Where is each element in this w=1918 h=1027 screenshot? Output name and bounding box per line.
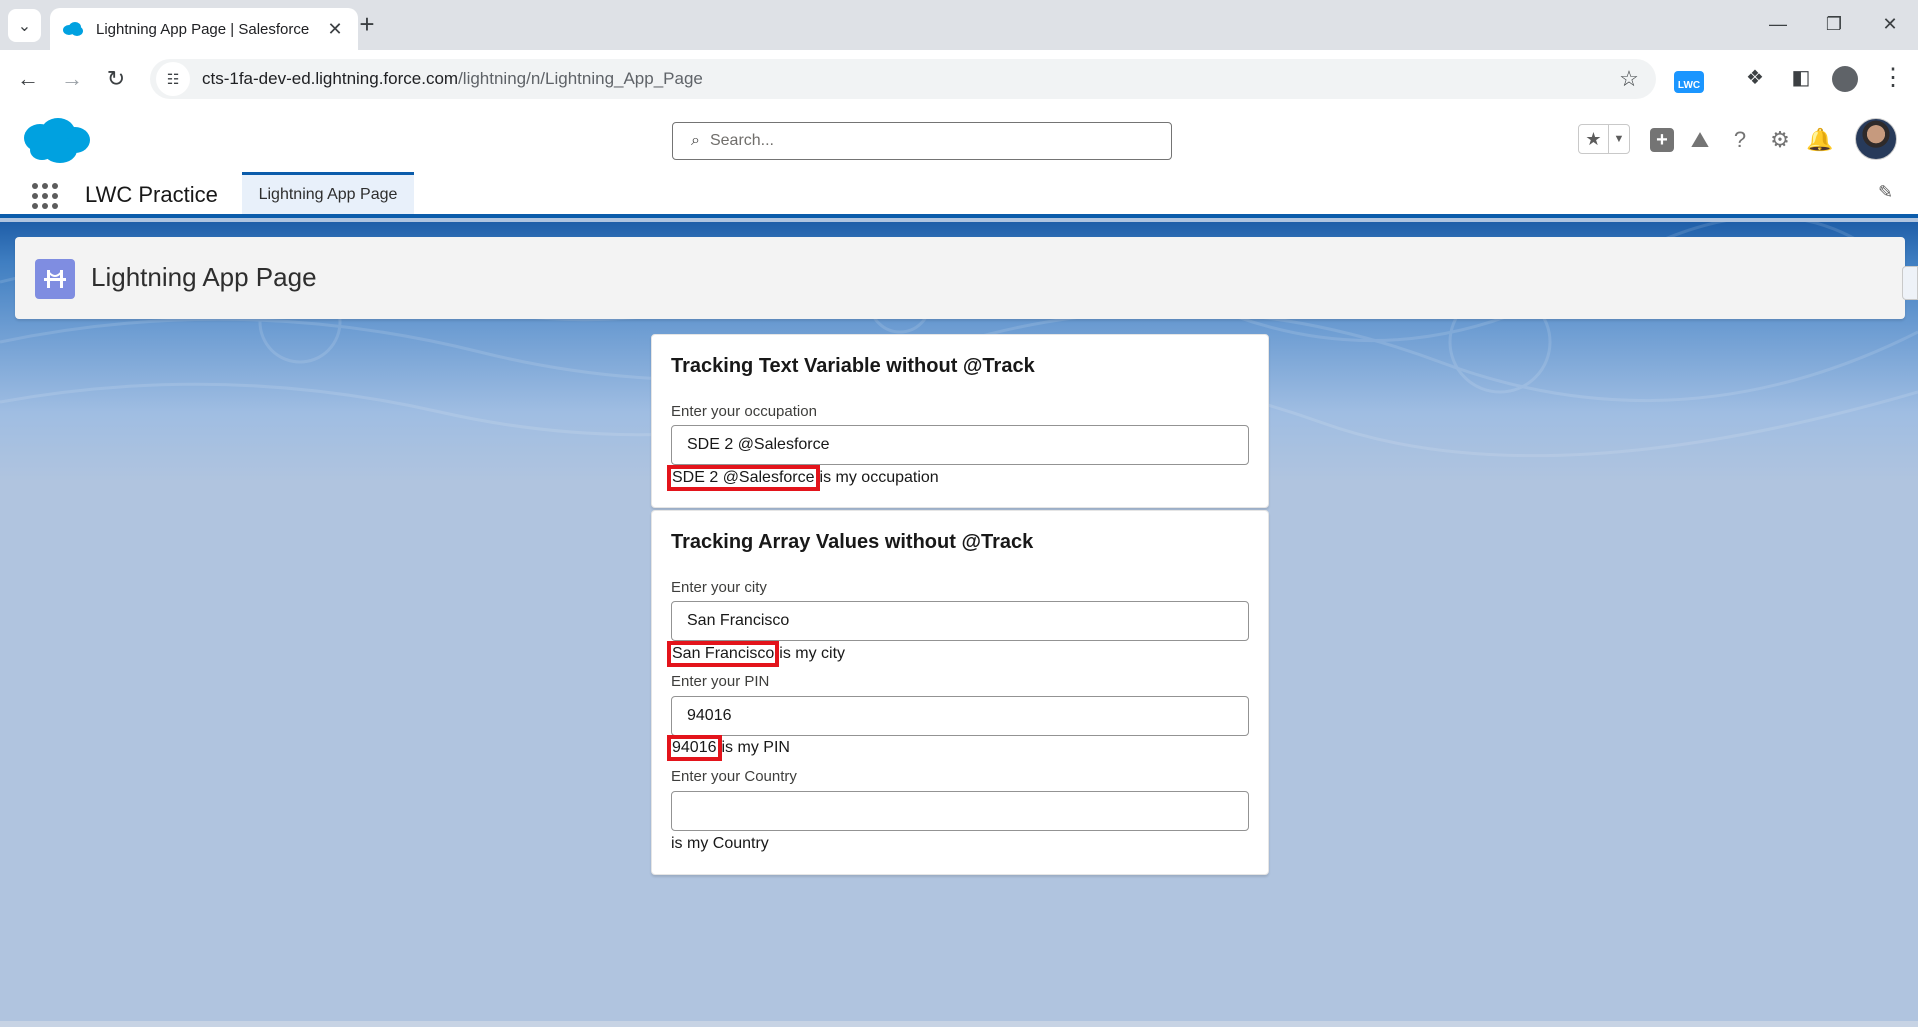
browser-tab[interactable]: Lightning App Page | Salesforce ✕: [50, 8, 358, 50]
pin-output: 94016 is my PIN: [667, 735, 790, 761]
app-name: LWC Practice: [85, 182, 218, 207]
url-path: /lightning/n/Lightning_App_Page: [458, 69, 703, 88]
card-title: Tracking Text Variable without @Track: [671, 355, 1035, 377]
tracking-text-card: Tracking Text Variable without @Track En…: [651, 334, 1269, 508]
country-input[interactable]: [671, 791, 1249, 831]
tab-close-icon[interactable]: ✕: [324, 19, 346, 40]
occupation-label: Enter your occupation: [671, 403, 817, 420]
pin-output-suffix: is my PIN: [721, 739, 790, 756]
side-panel-icon[interactable]: ◧: [1784, 61, 1818, 95]
app-launcher-waffle-icon[interactable]: [30, 181, 58, 209]
tab-title: Lightning App Page | Salesforce: [96, 20, 310, 38]
card-title: Tracking Array Values without @Track: [671, 531, 1034, 553]
url-text: cts-1fa-dev-ed.lightning.force.com/light…: [202, 69, 1612, 89]
salesforce-logo-icon[interactable]: [20, 116, 92, 166]
salesforce-favicon-icon: [63, 22, 83, 36]
bottom-edge: [0, 1021, 1918, 1027]
browser-toolbar: ← → ↻ ☷ cts-1fa-dev-ed.lightning.force.c…: [0, 50, 1918, 108]
city-output: San Francisco is my city: [666, 641, 846, 667]
user-avatar[interactable]: [1855, 118, 1897, 160]
pin-input[interactable]: [671, 696, 1249, 736]
lwc-extension-icon[interactable]: LWC: [1674, 71, 1704, 93]
new-tab-button[interactable]: +: [352, 10, 382, 40]
favorite-star-icon[interactable]: ★: [1579, 125, 1609, 153]
page-header: Lightning App Page: [15, 237, 1905, 319]
bookmark-star-icon[interactable]: ☆: [1612, 66, 1646, 92]
city-label: Enter your city: [671, 579, 767, 596]
app-page-bridge-icon: [35, 259, 75, 299]
occupation-output: SDE 2 @Salesforce is my occupation: [667, 465, 939, 491]
reload-icon[interactable]: ↻: [100, 63, 132, 95]
city-output-suffix: is my city: [779, 645, 846, 662]
country-label: Enter your Country: [671, 768, 797, 785]
pin-output-value: 94016: [667, 735, 722, 761]
global-search-input[interactable]: ⌕ Search...: [672, 122, 1172, 160]
browser-profile-icon[interactable]: [1832, 66, 1858, 92]
app-navigation-bar: LWC Practice Lightning App Page ✎: [0, 172, 1918, 218]
country-output-suffix: is my Country: [671, 835, 769, 852]
favorites-dropdown-chevron-icon[interactable]: ▼: [1609, 125, 1629, 153]
extensions-puzzle-icon[interactable]: ❖: [1738, 61, 1772, 95]
restore-icon[interactable]: ❐: [1814, 8, 1854, 40]
city-output-value: San Francisco: [666, 641, 780, 667]
setup-gear-icon[interactable]: ⚙: [1765, 125, 1795, 155]
site-info-icon[interactable]: ☷: [156, 62, 190, 96]
back-icon[interactable]: ←: [12, 63, 44, 95]
browser-menu-icon[interactable]: ⋮: [1876, 61, 1910, 95]
side-panel-handle[interactable]: [1902, 266, 1918, 300]
edit-nav-pencil-icon[interactable]: ✎: [1878, 182, 1893, 203]
trailhead-guidance-icon[interactable]: ⛰: [1685, 125, 1715, 155]
city-input[interactable]: [671, 601, 1249, 641]
occupation-input[interactable]: [671, 425, 1249, 465]
salesforce-global-header: ⌕ Search... ★ ▼ + ⛰ ? ⚙ 🔔: [0, 108, 1918, 172]
occupation-output-value: SDE 2 @Salesforce: [667, 465, 820, 491]
minimize-icon[interactable]: ―: [1758, 8, 1798, 40]
global-actions-plus-icon[interactable]: +: [1650, 128, 1674, 152]
occupation-output-suffix: is my occupation: [819, 469, 939, 486]
search-placeholder: Search...: [709, 132, 774, 149]
page-title: Lightning App Page: [91, 262, 317, 292]
tracking-array-card: Tracking Array Values without @Track Ent…: [651, 510, 1269, 875]
country-output: is my Country: [671, 835, 769, 853]
browser-tab-bar: ⌄ Lightning App Page | Salesforce ✕ + ― …: [0, 0, 1918, 50]
address-bar[interactable]: ☷ cts-1fa-dev-ed.lightning.force.com/lig…: [150, 59, 1656, 99]
nav-tab-lightning-app-page[interactable]: Lightning App Page: [242, 172, 414, 214]
notifications-bell-icon[interactable]: 🔔: [1805, 125, 1835, 155]
url-host: cts-1fa-dev-ed.lightning.force.com: [202, 69, 459, 88]
forward-icon[interactable]: →: [56, 63, 88, 95]
search-icon: ⌕: [691, 132, 700, 149]
help-icon[interactable]: ?: [1725, 125, 1755, 155]
tab-search-chevron-icon[interactable]: ⌄: [8, 9, 41, 42]
window-close-icon[interactable]: ✕: [1870, 8, 1910, 40]
favorites-button-group: ★ ▼: [1578, 124, 1630, 154]
pin-label: Enter your PIN: [671, 673, 770, 690]
